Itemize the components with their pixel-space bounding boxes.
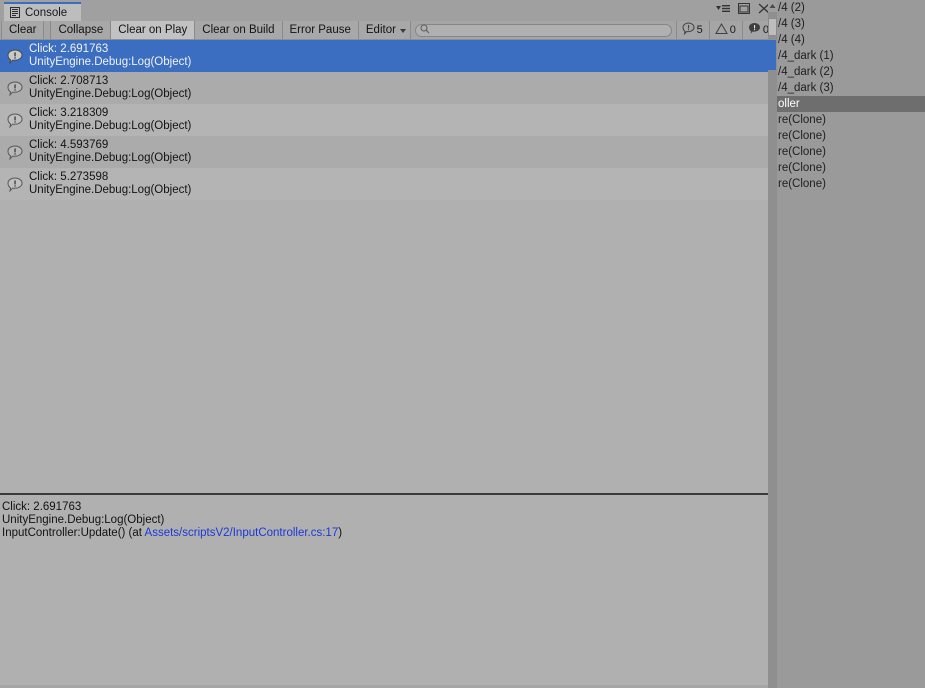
- console-toolbar: Clear Collapse Clear on Play Clear on Bu…: [0, 21, 776, 40]
- detail-stacktrace: InputController:Update() (at Assets/scri…: [2, 527, 776, 540]
- log-detail-panel[interactable]: Click: 2.691763 UnityEngine.Debug:Log(Ob…: [0, 495, 776, 688]
- console-tab-strip: Console: [0, 0, 776, 21]
- info-log-icon: [4, 112, 26, 128]
- hierarchy-item[interactable]: re(Clone): [776, 128, 925, 144]
- info-log-icon: [4, 176, 26, 192]
- hierarchy-item[interactable]: re(Clone): [776, 160, 925, 176]
- log-entry-message: Click: 5.273598: [29, 171, 109, 183]
- log-entry-source: UnityEngine.Debug:Log(Object): [29, 56, 192, 68]
- hierarchy-item[interactable]: /4 (3): [776, 16, 925, 32]
- detail-message: Click: 2.691763: [2, 501, 82, 513]
- hierarchy-item[interactable]: /4_dark (2): [776, 64, 925, 80]
- clear-on-build-button[interactable]: Clear on Build: [195, 21, 283, 39]
- hierarchy-item[interactable]: /4_dark (3): [776, 80, 925, 96]
- hierarchy-item[interactable]: re(Clone): [776, 144, 925, 160]
- log-entry-message: Click: 4.593769: [29, 139, 109, 151]
- log-entry-selected[interactable]: Click: 2.691763 UnityEngine.Debug:Log(Ob…: [0, 40, 776, 72]
- log-entry-text: Click: 5.273598 UnityEngine.Debug:Log(Ob…: [26, 171, 191, 197]
- window-menu-icon[interactable]: [716, 4, 730, 16]
- log-entry-source: UnityEngine.Debug:Log(Object): [29, 88, 192, 100]
- log-entry-source: UnityEngine.Debug:Log(Object): [29, 120, 192, 132]
- hierarchy-item[interactable]: /4 (2): [776, 0, 925, 16]
- chevron-down-icon: [399, 29, 406, 33]
- hierarchy-item[interactable]: re(Clone): [776, 112, 925, 128]
- hierarchy-item[interactable]: /4_dark (1): [776, 48, 925, 64]
- info-log-icon: [4, 80, 26, 96]
- log-entry-text: Click: 2.691763 UnityEngine.Debug:Log(Ob…: [26, 43, 191, 69]
- tab-console[interactable]: Console: [4, 2, 82, 21]
- hierarchy-item-selected[interactable]: oller: [776, 96, 925, 112]
- detail-stacktrace-prefix: InputController:Update() (at: [2, 527, 145, 539]
- info-count-toggle[interactable]: 5: [675, 21, 709, 39]
- detail-stacktrace-link[interactable]: Assets/scriptsV2/InputController.cs:17: [145, 527, 339, 539]
- hierarchy-scrollbar[interactable]: [768, 0, 777, 688]
- hierarchy-item[interactable]: re(Clone): [776, 176, 925, 192]
- detail-source: UnityEngine.Debug:Log(Object): [2, 514, 165, 526]
- window-controls: [716, 3, 770, 17]
- log-list-empty-area[interactable]: [0, 200, 776, 494]
- log-list: Click: 2.691763 UnityEngine.Debug:Log(Ob…: [0, 40, 776, 494]
- console-window: Console Clear Collapse Clear on Play Cle…: [0, 0, 776, 688]
- info-log-icon: [682, 22, 695, 38]
- clear-button[interactable]: Clear: [1, 21, 45, 39]
- hierarchy-panel: /4 (2) /4 (3) /4 (4) /4_dark (1) /4_dark…: [776, 0, 925, 688]
- log-entry-text: Click: 3.218309 UnityEngine.Debug:Log(Ob…: [26, 107, 191, 133]
- log-entry-text: Click: 2.708713 UnityEngine.Debug:Log(Ob…: [26, 75, 191, 101]
- log-entry-source: UnityEngine.Debug:Log(Object): [29, 152, 192, 164]
- search-area: [411, 21, 676, 39]
- detail-stacktrace-suffix: ): [338, 527, 343, 539]
- info-log-icon: [4, 144, 26, 160]
- editor-dropdown-button[interactable]: Editor: [358, 21, 411, 39]
- console-icon: [10, 7, 20, 18]
- error-pause-button[interactable]: Error Pause: [282, 21, 359, 39]
- log-entry-message: Click: 2.691763: [29, 43, 109, 55]
- tab-console-label: Console: [25, 6, 68, 19]
- search-input[interactable]: [429, 24, 671, 36]
- toolbar-gap: [44, 21, 49, 39]
- info-log-icon: [4, 48, 26, 64]
- hierarchy-scrollbar-thumb[interactable]: [768, 18, 777, 36]
- error-log-icon: [748, 22, 761, 38]
- info-count-label: 5: [696, 24, 703, 36]
- screen-root: /4 (2) /4 (3) /4 (4) /4_dark (1) /4_dark…: [0, 0, 925, 688]
- maximize-icon[interactable]: [738, 3, 750, 17]
- editor-dropdown-label: Editor: [365, 24, 396, 36]
- search-icon: [420, 23, 430, 37]
- log-entry[interactable]: Click: 2.708713 UnityEngine.Debug:Log(Ob…: [0, 72, 776, 104]
- warning-count-toggle[interactable]: 0: [708, 21, 742, 39]
- log-counters: 5 0 0: [675, 21, 776, 39]
- log-entry-message: Click: 2.708713: [29, 75, 109, 87]
- scroll-up-arrow-icon[interactable]: [768, 0, 777, 12]
- clear-on-play-button[interactable]: Clear on Play: [111, 21, 196, 39]
- log-entry-message: Click: 3.218309: [29, 107, 109, 119]
- hierarchy-item[interactable]: /4 (4): [776, 32, 925, 48]
- log-entry-source: UnityEngine.Debug:Log(Object): [29, 184, 192, 196]
- warning-count-label: 0: [729, 24, 736, 36]
- log-entry-text: Click: 4.593769 UnityEngine.Debug:Log(Ob…: [26, 139, 191, 165]
- hierarchy-scrollbar-highlight[interactable]: [768, 40, 776, 70]
- collapse-button[interactable]: Collapse: [50, 21, 112, 39]
- search-box[interactable]: [414, 23, 672, 37]
- log-entry[interactable]: Click: 4.593769 UnityEngine.Debug:Log(Ob…: [0, 136, 776, 168]
- warning-triangle-icon: [714, 22, 728, 38]
- log-entry[interactable]: Click: 3.218309 UnityEngine.Debug:Log(Ob…: [0, 104, 776, 136]
- log-entry[interactable]: Click: 5.273598 UnityEngine.Debug:Log(Ob…: [0, 168, 776, 200]
